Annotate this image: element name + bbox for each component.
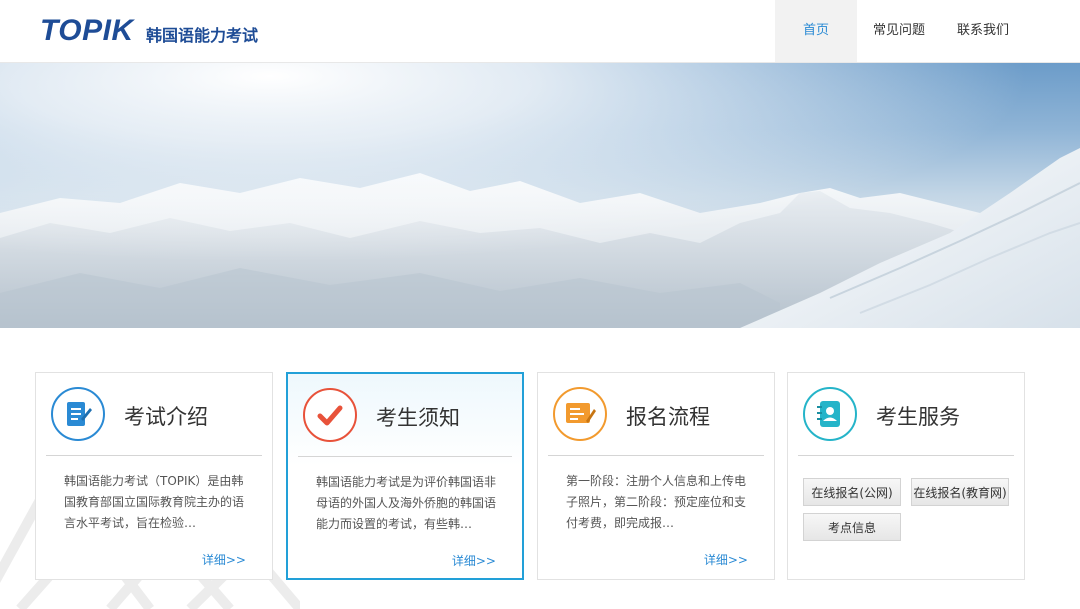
divider <box>298 456 512 457</box>
hero-banner-mountains <box>0 63 1080 328</box>
divider <box>798 455 1014 456</box>
nav-contact[interactable]: 联系我们 <box>941 0 1025 62</box>
card-candidate-services: 考生服务 在线报名(公网) 在线报名(教育网) 考点信息 <box>787 372 1025 580</box>
card-title: 考试介绍 <box>124 405 208 429</box>
online-registration-public-button[interactable]: 在线报名(公网) <box>803 478 901 506</box>
site-header: TOPIK 韩国语能力考试 首页 常见问题 联系我们 <box>0 0 1080 63</box>
topik-logo[interactable]: TOPIK <box>40 14 134 48</box>
divider <box>46 455 262 456</box>
contact-book-icon <box>803 387 857 441</box>
card-title: 考生须知 <box>376 406 460 430</box>
site-name: 韩国语能力考试 <box>146 26 259 45</box>
card-registration-process: 报名流程 第一阶段：注册个人信息和上传电子照片，第二阶段：预定座位和支付考费，即… <box>537 372 775 580</box>
form-pen-icon <box>553 387 607 441</box>
checkmark-icon <box>303 388 357 442</box>
main-nav: 首页 常见问题 联系我们 <box>774 0 1080 62</box>
exam-center-info-button[interactable]: 考点信息 <box>803 513 901 541</box>
more-link[interactable]: 详细>> <box>704 551 748 568</box>
nav-faq[interactable]: 常见问题 <box>857 0 941 62</box>
nav-home[interactable]: 首页 <box>774 0 857 62</box>
more-link[interactable]: 详细>> <box>452 552 496 569</box>
card-title: 报名流程 <box>626 405 710 429</box>
document-edit-icon <box>51 387 105 441</box>
card-candidate-notice: 考生须知 韩国语能力考试是为评价韩国语非母语的外国人及海外侨胞的韩国语能力而设置… <box>286 372 524 580</box>
card-title: 考生服务 <box>876 405 960 429</box>
online-registration-edu-button[interactable]: 在线报名(教育网) <box>911 478 1009 506</box>
more-link[interactable]: 详细>> <box>202 551 246 568</box>
card-description: 韩国语能力考试（TOPIK）是由韩国教育部国立国际教育院主办的语言水平考试，旨在… <box>64 474 245 530</box>
card-description: 第一阶段：注册个人信息和上传电子照片，第二阶段：预定座位和支付考费，即完成报… <box>566 474 747 530</box>
card-exam-intro: 考试介绍 韩国语能力考试（TOPIK）是由韩国教育部国立国际教育院主办的语言水平… <box>35 372 273 580</box>
divider <box>548 455 764 456</box>
card-description: 韩国语能力考试是为评价韩国语非母语的外国人及海外侨胞的韩国语能力而设置的考试，有… <box>316 475 497 531</box>
